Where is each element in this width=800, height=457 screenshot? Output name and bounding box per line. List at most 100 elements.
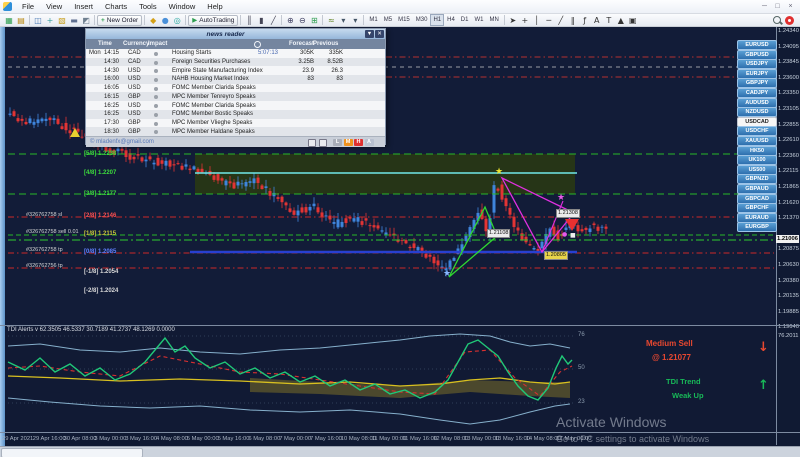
symbol-button-gbpjpy[interactable]: GBPJPY — [737, 78, 777, 88]
tile-windows-icon[interactable]: ⊞ — [308, 15, 320, 26]
new-order-button[interactable]: +New Order — [97, 15, 142, 26]
news-row[interactable]: 18:30GBPMPC Member Haldane Speaks — [86, 127, 385, 136]
news-row[interactable]: 17:30GBPMPC Member Vlieghe Speaks — [86, 119, 385, 128]
timeframe-m30[interactable]: M30 — [413, 14, 431, 26]
symbol-button-usdcad[interactable]: USDCAD — [737, 117, 777, 127]
menu-item-help[interactable]: Help — [201, 0, 228, 13]
navigator-icon[interactable]: ▧ — [56, 15, 68, 26]
scrollbar-thumb[interactable] — [1, 448, 143, 457]
news-header-row: Time Currency Impact Forecast Previous — [86, 39, 385, 49]
timeframe-m1[interactable]: M1 — [366, 14, 380, 26]
metaeditor-icon[interactable]: ◆ — [147, 15, 159, 26]
news-close-icon[interactable]: ✕ — [375, 30, 384, 38]
symbol-button-us500[interactable]: US500 — [737, 165, 777, 175]
symbol-button-eurjpy[interactable]: EURJPY — [737, 69, 777, 79]
templates-icon[interactable]: ▾ — [349, 15, 361, 26]
horizontal-scrollbar[interactable] — [0, 446, 800, 457]
symbol-button-xauusd[interactable]: XAUUSD — [737, 136, 777, 146]
minimize-icon[interactable]: ─ — [760, 3, 769, 10]
zoom-in-icon[interactable]: ⊕ — [284, 15, 296, 26]
autotrading-button[interactable]: ▶AutoTrading — [188, 15, 238, 26]
horizontal-line-icon[interactable]: ─ — [543, 15, 555, 26]
phone-icon[interactable] — [319, 139, 327, 147]
news-row[interactable]: 14:30CADForeign Securities Purchases3.25… — [86, 58, 385, 67]
menu-item-tools[interactable]: Tools — [133, 0, 163, 13]
timeframe-mn[interactable]: MN — [486, 14, 501, 26]
vertical-line-icon[interactable]: │ — [531, 15, 543, 26]
symbol-button-eurusd[interactable]: EURUSD — [737, 40, 777, 50]
symbol-button-euraud[interactable]: EURAUD — [737, 213, 777, 223]
menu-item-file[interactable]: File — [16, 0, 40, 13]
restore-icon[interactable]: □ — [773, 3, 782, 10]
price-axis-value: 1.20380 — [778, 278, 799, 284]
symbol-button-eurgbp[interactable]: EURGBP — [737, 222, 777, 232]
price-tag: 1.21108 — [487, 229, 510, 238]
impact-filter-a[interactable]: A — [365, 139, 374, 146]
news-row[interactable]: Mon14:15CADHousing Starts5:07:13305K335K — [86, 49, 385, 58]
symbol-button-nzdusd[interactable]: NZDUSD — [737, 107, 777, 117]
symbol-button-gbpusd[interactable]: GBPUSD — [737, 50, 777, 60]
symbol-button-gbpchf[interactable]: GBPCHF — [737, 203, 777, 213]
news-row[interactable]: 16:25USDFOMC Member Bostic Speaks — [86, 110, 385, 119]
community-icon[interactable]: ● — [159, 15, 171, 26]
terminal-icon[interactable]: ▬ — [68, 15, 80, 26]
notification-icon[interactable] — [785, 16, 794, 25]
text-label-icon[interactable]: T — [603, 15, 615, 26]
new-chart-icon[interactable]: ▦ — [3, 15, 15, 26]
symbol-button-gbpaud[interactable]: GBPAUD — [737, 184, 777, 194]
trendline-icon[interactable]: ╱ — [555, 15, 567, 26]
menu-item-view[interactable]: View — [40, 0, 68, 13]
arrows-icon[interactable]: ▲ — [615, 15, 627, 26]
timeframe-m15[interactable]: M15 — [395, 14, 413, 26]
crosshair-icon[interactable]: + — [519, 15, 531, 26]
news-row[interactable]: 14:30USDEmpire State Manufacturing Index… — [86, 66, 385, 75]
collapse-icon[interactable]: ▼ — [365, 30, 374, 38]
new-order-icon: + — [101, 17, 105, 24]
fibonacci-icon[interactable]: ƒ — [579, 15, 591, 26]
symbol-button-cadjpy[interactable]: CADJPY — [737, 88, 777, 98]
menu-item-insert[interactable]: Insert — [68, 0, 99, 13]
market-watch-icon[interactable]: ◫ — [32, 15, 44, 26]
bar-chart-icon[interactable]: ║ — [243, 15, 255, 26]
globe-icon[interactable]: ◎ — [171, 15, 183, 26]
line-chart-icon[interactable]: ╱ — [267, 15, 279, 26]
zoom-out-icon[interactable]: ⊖ — [296, 15, 308, 26]
search-icon[interactable] — [772, 15, 783, 26]
close-icon[interactable]: × — [786, 3, 795, 10]
periods-icon[interactable]: ▾ — [337, 15, 349, 26]
symbol-button-gbpnzd[interactable]: GBPNZD — [737, 174, 777, 184]
data-window-icon[interactable]: + — [44, 15, 56, 26]
timeframe-h4[interactable]: H4 — [444, 14, 458, 26]
new-order-label: New Order — [107, 17, 138, 24]
timeframe-h1[interactable]: H1 — [430, 14, 444, 26]
news-row[interactable]: 16:05USDFOMC Member Clarida Speaks — [86, 84, 385, 93]
shapes-icon[interactable]: ▣ — [627, 15, 639, 26]
strategy-tester-icon[interactable]: ◩ — [80, 15, 92, 26]
menu-item-window[interactable]: Window — [163, 0, 202, 13]
news-row[interactable]: 16:00USDNAHB Housing Market Index8383 — [86, 75, 385, 84]
news-row[interactable]: 16:25USDFOMC Member Clarida Speaks — [86, 101, 385, 110]
symbol-button-usdchf[interactable]: USDCHF — [737, 126, 777, 136]
indicators-icon[interactable]: ≈ — [325, 15, 337, 26]
symbol-button-usdjpy[interactable]: USDJPY — [737, 59, 777, 69]
impact-filter-l[interactable]: L — [333, 139, 342, 146]
text-icon[interactable]: A — [591, 15, 603, 26]
symbol-button-audusd[interactable]: AUDUSD — [737, 98, 777, 108]
channel-icon[interactable]: ‖ — [567, 15, 579, 26]
symbol-button-gbpcad[interactable]: GBPCAD — [737, 194, 777, 204]
impact-filter-m[interactable]: M — [344, 139, 353, 146]
timeframe-d1[interactable]: D1 — [458, 14, 472, 26]
timeframe-w1[interactable]: W1 — [471, 14, 486, 26]
lock-icon[interactable] — [308, 139, 316, 147]
impact-filter-h[interactable]: H — [354, 139, 363, 146]
timeframe-m5[interactable]: M5 — [381, 14, 395, 26]
cursor-icon[interactable]: ➤ — [507, 15, 519, 26]
news-reader-titlebar[interactable]: news reader ▼ ✕ — [86, 29, 385, 39]
news-row[interactable]: 16:15GBPMPC Member Tenreyro Speaks — [86, 92, 385, 101]
menu-item-charts[interactable]: Charts — [99, 0, 133, 13]
candlestick-icon[interactable]: ▮ — [255, 15, 267, 26]
profiles-icon[interactable]: ▤ — [15, 15, 27, 26]
symbol-button-uk100[interactable]: UK100 — [737, 155, 777, 165]
symbol-button-hk50[interactable]: HK50 — [737, 146, 777, 156]
metatrader-window: FileViewInsertChartsToolsWindowHelp ─ □ … — [0, 0, 800, 457]
